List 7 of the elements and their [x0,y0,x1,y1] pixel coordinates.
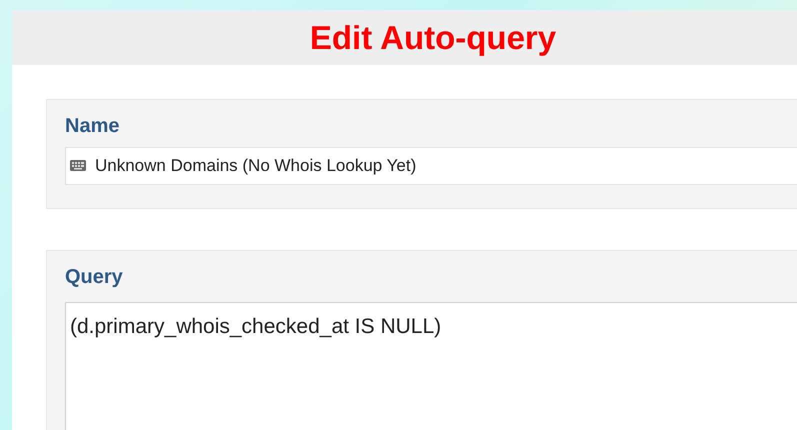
query-field[interactable]: (d.primary_whois_checked_at IS NULL) [65,302,797,430]
query-label: Query [65,267,123,287]
name-field[interactable]: Unknown Domains (No Whois Lookup Yet) [65,146,797,185]
dialog-title: Edit Auto-query [310,20,556,54]
name-label: Name [65,116,120,136]
keyboard-icon [70,160,86,172]
name-value: Unknown Domains (No Whois Lookup Yet) [95,155,416,178]
